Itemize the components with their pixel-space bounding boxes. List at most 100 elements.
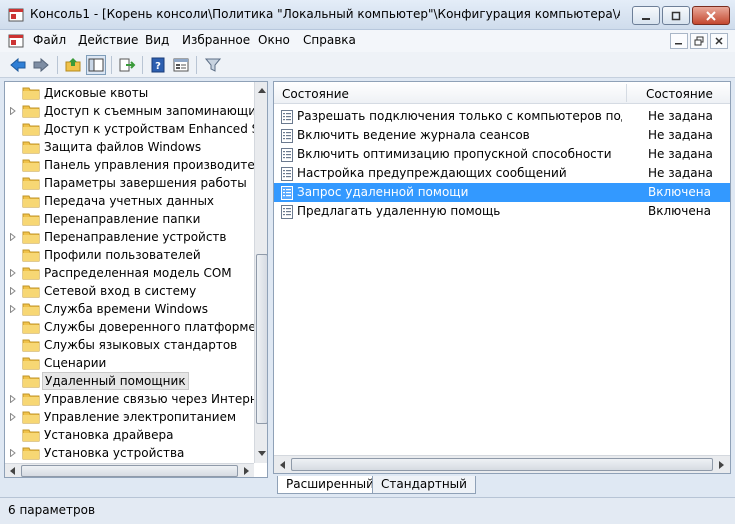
- tree-item[interactable]: Сценарии: [5, 354, 253, 372]
- policy-setting-icon: [281, 205, 293, 219]
- back-button[interactable]: [8, 55, 28, 75]
- up-level-button[interactable]: [63, 55, 83, 75]
- properties-button[interactable]: [171, 55, 191, 75]
- menu-view[interactable]: Вид: [145, 33, 169, 47]
- tree-item[interactable]: Удаленный помощник: [5, 372, 253, 390]
- tree-horizontal-scrollbar[interactable]: [5, 463, 254, 477]
- expand-arrow-icon[interactable]: [10, 413, 16, 421]
- column-header-state[interactable]: Состояние: [646, 87, 713, 101]
- menu-favorites[interactable]: Избранное: [182, 33, 250, 47]
- list-horizontal-scroll-thumb[interactable]: [291, 458, 713, 471]
- minimize-button[interactable]: [632, 6, 660, 25]
- tree-horizontal-scroll-thumb[interactable]: [21, 465, 238, 477]
- tree-item-label: Дисковые квоты: [44, 86, 149, 100]
- folder-icon: [22, 393, 40, 406]
- tree-item-label: Перенаправление устройств: [44, 230, 227, 244]
- restore-icon: [694, 36, 704, 46]
- menu-help[interactable]: Справка: [303, 33, 356, 47]
- expand-arrow-icon[interactable]: [10, 269, 16, 277]
- tree-item[interactable]: Профили пользователей: [5, 246, 253, 264]
- tree-item[interactable]: Перенаправление устройств: [5, 228, 253, 246]
- tree-item-label: Перенаправление папки: [44, 212, 201, 226]
- tree-item[interactable]: Управление связью через Интернет: [5, 390, 267, 408]
- close-button[interactable]: [692, 6, 730, 25]
- tree-item-label: Передача учетных данных: [44, 194, 215, 208]
- child-minimize-button[interactable]: [670, 33, 688, 49]
- expand-arrow-icon[interactable]: [10, 395, 16, 403]
- folder-icon: [22, 195, 40, 208]
- tree-item-label: Удаленный помощник: [42, 372, 189, 390]
- policy-row[interactable]: Предлагать удаленную помощь Включена: [274, 202, 730, 221]
- scroll-left-arrow-icon[interactable]: [279, 461, 285, 469]
- policy-row[interactable]: Включить оптимизацию пропускной способно…: [274, 145, 730, 164]
- expand-arrow-icon[interactable]: [10, 287, 16, 295]
- tree-item[interactable]: Установка устройства: [5, 444, 253, 462]
- folder-icon: [22, 213, 40, 226]
- restore-button[interactable]: [662, 6, 690, 25]
- child-close-button[interactable]: [710, 33, 728, 49]
- tree-item[interactable]: Управление электропитанием: [5, 408, 253, 426]
- tree-item[interactable]: Доступ к съемным запоминающим у: [5, 102, 267, 120]
- tree-item-label: Сетевой вход в систему: [44, 284, 197, 298]
- policy-state: Включена: [648, 185, 711, 199]
- folder-icon: [22, 159, 40, 172]
- scroll-up-arrow-icon[interactable]: [258, 87, 266, 93]
- folder-icon: [22, 231, 40, 244]
- menu-file[interactable]: Файл: [33, 33, 66, 47]
- expand-arrow-icon[interactable]: [10, 449, 16, 457]
- scroll-right-arrow-icon[interactable]: [244, 467, 250, 475]
- folder-icon: [22, 411, 40, 424]
- tree-item[interactable]: Распределенная модель COM: [5, 264, 253, 282]
- mmc-app-icon: [8, 8, 24, 22]
- scroll-left-arrow-icon[interactable]: [9, 467, 15, 475]
- forward-button[interactable]: [31, 55, 51, 75]
- tree-item[interactable]: Параметры завершения работы: [5, 174, 253, 192]
- menu-window[interactable]: Окно: [258, 33, 290, 47]
- tree-item[interactable]: Панель управления производительно: [5, 156, 267, 174]
- tree-item[interactable]: Службы языковых стандартов: [5, 336, 253, 354]
- filter-icon: [205, 58, 221, 72]
- tree-vertical-scroll-thumb[interactable]: [256, 254, 267, 424]
- tree-vertical-scrollbar[interactable]: [254, 82, 267, 463]
- tree-item[interactable]: Службы доверенного платформенно: [5, 318, 267, 336]
- tree-item[interactable]: Установка драйвера: [5, 426, 253, 444]
- toolbar-separator: [57, 56, 58, 74]
- scroll-right-arrow-icon[interactable]: [719, 461, 725, 469]
- tree-item-label: Защита файлов Windows: [44, 140, 202, 154]
- folder-icon: [22, 429, 40, 442]
- tree-item-label: Профили пользователей: [44, 248, 201, 262]
- policy-row[interactable]: Включить ведение журнала сеансов Не задан…: [274, 126, 730, 145]
- tree-item[interactable]: Перенаправление папки: [5, 210, 253, 228]
- folder-icon: [22, 339, 40, 352]
- expand-arrow-icon[interactable]: [10, 107, 16, 115]
- tree-item-label: Служба времени Windows: [44, 302, 209, 316]
- policy-name: Разрешать подключения только с компьютер…: [297, 109, 622, 123]
- list-horizontal-scrollbar[interactable]: [274, 455, 730, 473]
- help-button[interactable]: ?: [148, 55, 168, 75]
- policy-row[interactable]: Запрос удаленной помощи Включена: [274, 183, 730, 202]
- tree-item[interactable]: Передача учетных данных: [5, 192, 253, 210]
- child-restore-button[interactable]: [690, 33, 708, 49]
- column-divider[interactable]: [626, 84, 627, 102]
- tree-item[interactable]: Сетевой вход в систему: [5, 282, 253, 300]
- show-hide-tree-button[interactable]: [86, 55, 106, 75]
- menu-action[interactable]: Действие: [78, 33, 138, 47]
- tab-extended[interactable]: Расширенный: [277, 476, 383, 494]
- column-header-setting[interactable]: Состояние: [282, 87, 349, 101]
- filter-button[interactable]: [203, 55, 223, 75]
- tree-item[interactable]: Служба времени Windows: [5, 300, 253, 318]
- console-menu-icon[interactable]: [8, 33, 24, 49]
- export-list-button[interactable]: [117, 55, 137, 75]
- tree-item[interactable]: Дисковые квоты: [5, 84, 253, 102]
- policy-name: Предлагать удаленную помощь: [297, 204, 501, 218]
- scroll-down-arrow-icon[interactable]: [258, 451, 266, 457]
- tree-item[interactable]: Доступ к устройствам Enhanced Stora: [5, 120, 267, 138]
- tree-item[interactable]: Защита файлов Windows: [5, 138, 253, 156]
- policy-row[interactable]: Разрешать подключения только с компьютер…: [274, 107, 730, 126]
- export-icon: [119, 58, 136, 72]
- folder-icon: [22, 321, 40, 334]
- expand-arrow-icon[interactable]: [10, 305, 16, 313]
- policy-row[interactable]: Настройка предупреждающих сообщений Не за…: [274, 164, 730, 183]
- expand-arrow-icon[interactable]: [10, 233, 16, 241]
- tab-standard[interactable]: Стандартный: [372, 476, 476, 494]
